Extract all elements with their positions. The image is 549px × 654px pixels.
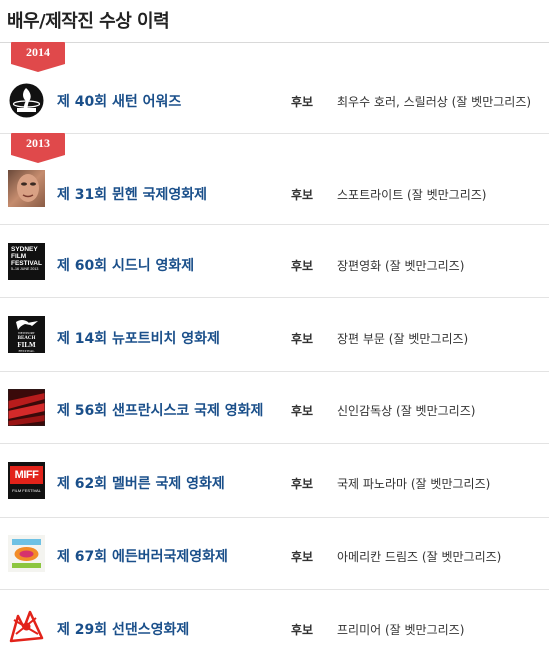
festival-title-link[interactable]: 제 60회 시드니 영화제 xyxy=(57,255,194,275)
section-title: 배우/제작진 수상 이력 xyxy=(7,11,170,32)
section-header: 배우/제작진 수상 이력 xyxy=(0,0,549,43)
festival-title-link[interactable]: 제 56회 샌프란시스코 국제 영화제 xyxy=(57,400,263,420)
logo-text: FILM xyxy=(11,253,27,260)
festival-title-link[interactable]: 제 40회 새턴 어워즈 xyxy=(57,91,181,111)
logo-text: FESTIVAL xyxy=(18,349,35,353)
saturn-awards-logo xyxy=(8,82,45,119)
award-category: 아메리칸 드림즈 (잘 벳만그리즈) xyxy=(337,550,502,564)
award-category: 최우수 호러, 스릴러상 (잘 벳만그리즈) xyxy=(337,95,532,109)
status-label: 후보 xyxy=(291,188,314,202)
year-ribbon-2013: 2013 xyxy=(11,133,65,163)
award-category: 스포트라이트 (잘 벳만그리즈) xyxy=(337,188,487,202)
status-label: 후보 xyxy=(291,404,314,418)
status-label: 후보 xyxy=(291,95,314,109)
festival-title-link[interactable]: 제 62회 멜버른 국제 영화제 xyxy=(57,473,225,493)
festival-title-link[interactable]: 제 31회 뮌헨 국제영화제 xyxy=(57,184,207,204)
divider xyxy=(0,297,549,298)
divider xyxy=(0,371,549,372)
newport-beach-film-festival-logo: NEWPORT BEACH FILM FESTIVAL xyxy=(8,316,45,353)
logo-text: FILM FESTIVAL xyxy=(12,488,41,493)
award-category: 장편영화 (잘 벳만그리즈) xyxy=(337,259,465,273)
divider xyxy=(0,589,549,590)
sundance-film-festival-logo xyxy=(8,608,45,645)
munich-film-festival-logo xyxy=(8,170,45,207)
status-label: 후보 xyxy=(291,477,314,491)
award-category: 국제 파노라마 (잘 벳만그리즈) xyxy=(337,477,491,491)
logo-text: FESTIVAL xyxy=(11,260,42,267)
logo-text: SYDNEY xyxy=(11,246,38,253)
sydney-film-festival-logo: SYDNEY FILM FESTIVAL 5–16 JUNE 2013 xyxy=(8,243,45,280)
melbourne-film-festival-logo: MIFF FILM FESTIVAL xyxy=(8,462,45,499)
festival-title-link[interactable]: 제 14회 뉴포트비치 영화제 xyxy=(57,328,220,348)
logo-text: MIFF xyxy=(10,466,43,484)
san-francisco-film-festival-logo xyxy=(7,388,46,427)
edinburgh-film-festival-logo xyxy=(8,535,45,572)
status-label: 후보 xyxy=(291,550,314,564)
award-category: 신인감독상 (잘 벳만그리즈) xyxy=(337,404,476,418)
award-category: 프리미어 (잘 벳만그리즈) xyxy=(337,623,465,637)
festival-title-link[interactable]: 제 67회 에든버러국제영화제 xyxy=(57,546,228,566)
divider xyxy=(0,517,549,518)
status-label: 후보 xyxy=(291,623,314,637)
status-label: 후보 xyxy=(291,259,314,273)
festival-title-link[interactable]: 제 29회 선댄스영화제 xyxy=(57,619,189,639)
year-ribbon-2014: 2014 xyxy=(11,42,65,72)
award-category: 장편 부문 (잘 벳만그리즈) xyxy=(337,332,469,346)
divider xyxy=(0,224,549,225)
status-label: 후보 xyxy=(291,332,314,346)
divider xyxy=(0,133,549,134)
divider xyxy=(0,443,549,444)
logo-text: 5–16 JUNE 2013 xyxy=(11,267,39,271)
